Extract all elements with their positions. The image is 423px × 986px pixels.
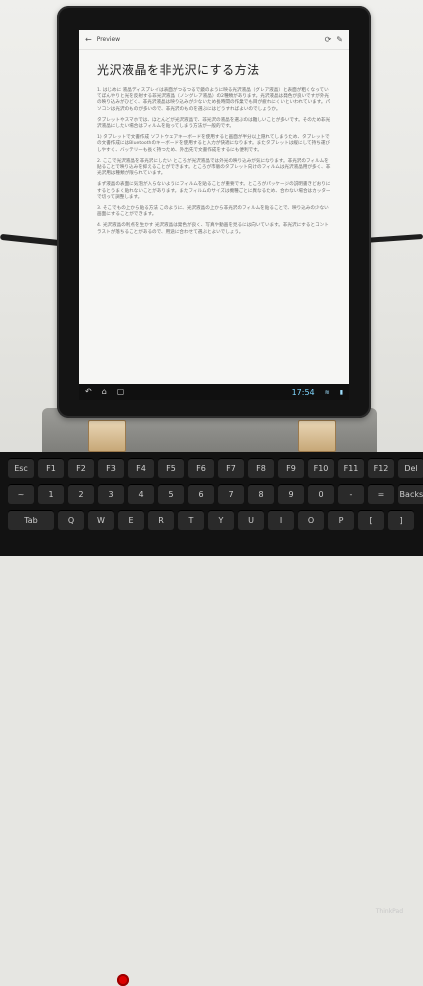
document-paragraph: まず液晶の表面に気泡が入らないようにフィルムを貼ることが重要です。ところがパッケ… <box>97 182 331 200</box>
document-paragraph: 1. はじめに 液晶ディスプレイは表面がつるつるで鏡のように映る光沢液晶（グレア… <box>97 88 331 112</box>
key[interactable]: W <box>88 510 114 530</box>
key[interactable]: P <box>328 510 354 530</box>
key[interactable]: 1 <box>38 484 64 504</box>
keyboard-brand: ThinkPad <box>375 908 403 915</box>
key[interactable]: F4 <box>128 458 154 478</box>
app-bar: ← Preview ⟳ ✎ <box>79 30 349 50</box>
keyboard: Esc F1 F2 F3 F4 F5 F6 F7 F8 F9 F10 F11 F… <box>0 452 423 986</box>
wifi-icon: ≋ <box>324 388 330 396</box>
nav-home-icon[interactable]: ⌂ <box>102 388 107 396</box>
key[interactable]: [ <box>358 510 384 530</box>
key[interactable]: T <box>178 510 204 530</box>
key[interactable]: 3 <box>98 484 124 504</box>
document-paragraph: 4. 光沢液晶の利点を生かす 光沢液晶は発色が良く、写真や動画を見るには向いてい… <box>97 223 329 235</box>
wooden-clip <box>88 420 126 452</box>
document-paragraph: 2. ここで光沢液晶を非光沢にしたい ところが光沢液晶では外光の映り込みが気にな… <box>97 158 331 177</box>
keyboard-row: Esc F1 F2 F3 F4 F5 F6 F7 F8 F9 F10 F11 F… <box>8 458 423 478</box>
backspace-key[interactable]: Backspace <box>398 484 423 504</box>
trackpoint[interactable] <box>117 974 129 986</box>
tablet-screen: ← Preview ⟳ ✎ 光沢液晶を非光沢にする方法 1. はじめに 液晶ディ… <box>79 30 349 400</box>
key[interactable]: Del <box>398 458 423 478</box>
document-content: 光沢液晶を非光沢にする方法 1. はじめに 液晶ディスプレイは表面がつるつるで鏡… <box>79 50 349 236</box>
key[interactable]: 6 <box>188 484 214 504</box>
refresh-icon[interactable]: ⟳ <box>325 35 332 44</box>
key[interactable]: F7 <box>218 458 244 478</box>
key[interactable]: - <box>338 484 364 504</box>
key[interactable]: 0 <box>308 484 334 504</box>
key[interactable]: = <box>368 484 394 504</box>
key[interactable]: ] <box>388 510 414 530</box>
key[interactable]: 5 <box>158 484 184 504</box>
tablet: ← Preview ⟳ ✎ 光沢液晶を非光沢にする方法 1. はじめに 液晶ディ… <box>57 6 371 418</box>
key[interactable]: R <box>148 510 174 530</box>
key[interactable]: F1 <box>38 458 64 478</box>
app-title: Preview <box>96 36 121 43</box>
key[interactable]: E <box>118 510 144 530</box>
key[interactable]: I <box>268 510 294 530</box>
key[interactable]: F6 <box>188 458 214 478</box>
nav-recent-icon[interactable]: ▢ <box>117 388 125 396</box>
keyboard-row: Tab Q W E R T Y U I O P [ ] <box>8 510 414 530</box>
key[interactable]: Esc <box>8 458 34 478</box>
key[interactable]: 9 <box>278 484 304 504</box>
key[interactable]: 7 <box>218 484 244 504</box>
key[interactable]: ~ <box>8 484 34 504</box>
key[interactable]: U <box>238 510 264 530</box>
clock: 17:54 <box>291 387 315 397</box>
key[interactable]: F3 <box>98 458 124 478</box>
key[interactable]: O <box>298 510 324 530</box>
document-paragraph: タブレットやスマホでは、ほとんどが光沢液晶で、非光沢の液晶を選ぶのは難しいことが… <box>97 117 331 130</box>
back-arrow-icon[interactable]: ← <box>85 35 92 44</box>
key[interactable]: 4 <box>128 484 154 504</box>
tab-key[interactable]: Tab <box>8 510 54 530</box>
key[interactable]: F9 <box>278 458 304 478</box>
keyboard-row: ~ 1 2 3 4 5 6 7 8 9 0 - = Backspace <box>8 484 423 504</box>
key[interactable]: 2 <box>68 484 94 504</box>
key[interactable]: F12 <box>368 458 394 478</box>
document-paragraph: 3. そこでもの上から貼る方法 このように、光沢液晶の上から非光沢のフィルムを貼… <box>97 206 329 218</box>
key[interactable]: F5 <box>158 458 184 478</box>
key[interactable]: Y <box>208 510 234 530</box>
key[interactable]: F2 <box>68 458 94 478</box>
document-paragraph: 1) タブレットで文書作成 ソフトウェアキーボードを使用すると画面が半分以上隠れ… <box>97 135 331 153</box>
key[interactable]: 8 <box>248 484 274 504</box>
key[interactable]: F11 <box>338 458 364 478</box>
battery-icon: ▮ <box>339 388 343 396</box>
system-nav-bar: ↶ ⌂ ▢ 17:54 ≋ ▮ <box>79 384 349 400</box>
key[interactable]: Q <box>58 510 84 530</box>
nav-back-icon[interactable]: ↶ <box>85 388 92 396</box>
edit-icon[interactable]: ✎ <box>336 35 343 44</box>
document-title: 光沢液晶を非光沢にする方法 <box>97 63 260 77</box>
wooden-clip <box>298 420 336 452</box>
key[interactable]: F10 <box>308 458 334 478</box>
key[interactable]: F8 <box>248 458 274 478</box>
